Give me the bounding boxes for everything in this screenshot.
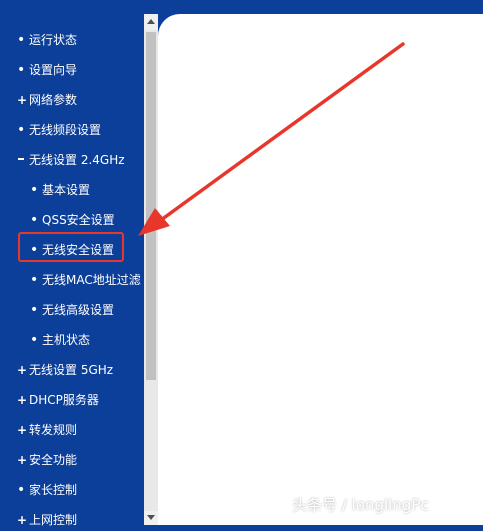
sidebar-item-label: 转发规则 <box>29 423 78 437</box>
sidebar-item-dhcp-server[interactable]: + DHCP服务器 <box>0 389 144 411</box>
sidebar-item-label: 无线设置 5GHz <box>29 363 114 377</box>
watermark: 头条号 / longlingPc <box>292 496 429 514</box>
sidebar-item-parental-control[interactable]: • 家长控制 <box>0 479 144 501</box>
plus-icon: + <box>17 453 28 467</box>
sidebar-item-run-status[interactable]: • 运行状态 <box>0 29 144 51</box>
dot-icon: • <box>30 332 39 348</box>
scroll-down-arrow-icon[interactable] <box>144 511 158 525</box>
dot-icon: • <box>17 122 26 138</box>
sidebar-item-label: 无线设置 2.4GHz <box>29 153 125 167</box>
dot-icon: • <box>17 482 26 498</box>
sidebar-item-basic-settings[interactable]: • 基本设置 <box>0 179 144 201</box>
sidebar-item-host-status[interactable]: • 主机状态 <box>0 329 144 351</box>
sidebar-item-setup-wizard[interactable]: • 设置向导 <box>0 59 144 81</box>
dot-icon: • <box>30 212 39 228</box>
sidebar-item-qss-security[interactable]: • QSS安全设置 <box>0 209 144 231</box>
scrollbar-thumb[interactable] <box>146 32 156 380</box>
dot-icon: • <box>30 272 39 288</box>
plus-icon: + <box>17 513 28 527</box>
plus-icon: + <box>17 423 28 437</box>
sidebar-item-label: DHCP服务器 <box>29 393 99 407</box>
dot-icon: • <box>30 182 39 198</box>
sidebar-item-label: 无线高级设置 <box>42 303 115 317</box>
dot-icon: • <box>17 32 26 48</box>
sidebar-nav: • 运行状态 • 设置向导 + 网络参数 • 无线频段设置 无线设置 2.4GH… <box>0 0 144 527</box>
sidebar-item-mac-filter[interactable]: • 无线MAC地址过滤 <box>0 269 144 291</box>
plus-icon: + <box>17 363 28 377</box>
sidebar-item-wireless-advanced[interactable]: • 无线高级设置 <box>0 299 144 321</box>
sidebar-item-label: 设置向导 <box>29 63 78 77</box>
sidebar-item-wireless-band[interactable]: • 无线频段设置 <box>0 119 144 141</box>
dot-icon: • <box>30 302 39 318</box>
sidebar-item-wireless-5g[interactable]: + 无线设置 5GHz <box>0 359 144 381</box>
sidebar-item-label: 网络参数 <box>29 93 78 107</box>
highlight-box <box>18 232 124 262</box>
sidebar-item-internet-control[interactable]: + 上网控制 <box>0 509 144 531</box>
sidebar-item-network-params[interactable]: + 网络参数 <box>0 89 144 111</box>
sidebar-item-label: 家长控制 <box>29 483 78 497</box>
sidebar-item-label: 主机状态 <box>42 333 91 347</box>
plus-icon: + <box>17 393 28 407</box>
sidebar-item-wireless-2g[interactable]: 无线设置 2.4GHz <box>0 149 144 171</box>
sidebar-item-forwarding-rules[interactable]: + 转发规则 <box>0 419 144 441</box>
sidebar-item-label: 无线MAC地址过滤 <box>42 273 141 287</box>
sidebar-item-label: 安全功能 <box>29 453 78 467</box>
sidebar-item-label: 基本设置 <box>42 183 91 197</box>
scroll-up-arrow-icon[interactable] <box>144 14 158 30</box>
sidebar-item-label: 上网控制 <box>29 513 78 527</box>
sidebar-item-label: 无线频段设置 <box>29 123 102 137</box>
minus-icon <box>17 149 25 171</box>
sidebar-scrollbar[interactable] <box>144 14 158 525</box>
plus-icon: + <box>17 93 28 107</box>
dot-icon: • <box>17 62 26 78</box>
sidebar-item-security-functions[interactable]: + 安全功能 <box>0 449 144 471</box>
sidebar-item-label: 运行状态 <box>29 33 78 47</box>
content-panel <box>158 14 483 525</box>
sidebar-item-label: QSS安全设置 <box>42 213 115 227</box>
